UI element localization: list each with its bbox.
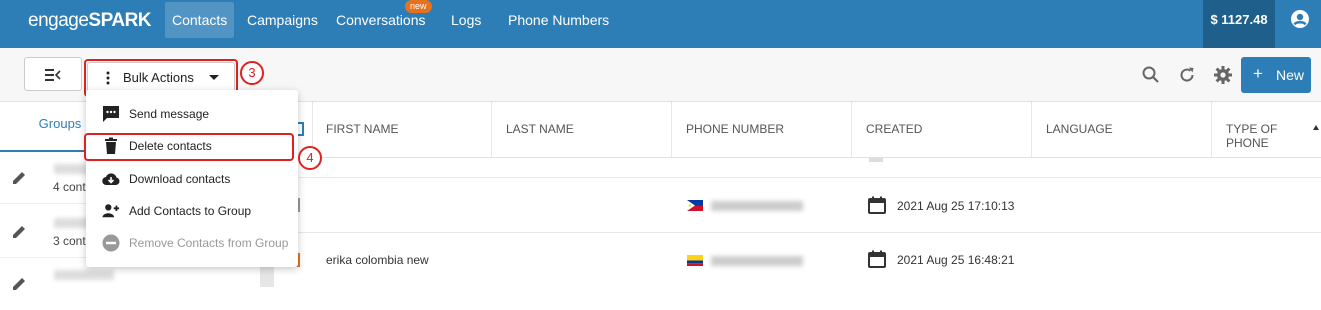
table-row[interactable]: erika colombia new 2021 Aug 25 16:48:21	[276, 233, 1321, 287]
new-button-label: New	[1276, 67, 1305, 83]
collapse-sidebar-icon	[45, 69, 61, 81]
menu-item-download-contacts[interactable]: Download contacts	[86, 163, 298, 195]
menu-item-label: Download contacts	[129, 172, 231, 186]
column-phone-number[interactable]: PHONE NUMBER	[686, 122, 784, 136]
collapse-sidebar-button[interactable]	[24, 57, 82, 91]
column-divider	[491, 102, 492, 158]
column-divider	[671, 102, 672, 158]
calendar-icon	[868, 250, 886, 268]
menu-item-send-message[interactable]: Send message	[86, 98, 298, 130]
column-language[interactable]: LANGUAGE	[1046, 122, 1113, 136]
phone-number-redacted	[711, 256, 803, 266]
cell-created: 2021 Aug 25 17:10:13	[897, 199, 1015, 213]
column-divider	[1211, 102, 1212, 158]
refresh-icon[interactable]	[1177, 65, 1197, 85]
message-icon	[103, 106, 119, 122]
edit-pencil-icon[interactable]	[11, 170, 27, 186]
annotation-step-4: 4	[298, 146, 322, 170]
user-account-icon[interactable]	[1290, 9, 1310, 29]
contacts-table: FIRST NAME LAST NAME PHONE NUMBER CREATE…	[276, 102, 1321, 287]
edit-pencil-icon[interactable]	[11, 224, 27, 240]
nav-phone-numbers[interactable]: Phone Numbers	[501, 2, 616, 38]
new-contact-button[interactable]: + New	[1241, 57, 1311, 93]
philippines-flag-icon	[687, 200, 703, 211]
bulk-actions-menu: Send message Delete contacts Download co…	[86, 90, 298, 267]
remove-circle-icon	[102, 234, 120, 252]
column-first-name[interactable]: FIRST NAME	[326, 122, 398, 136]
annotation-step-3: 3	[240, 61, 264, 85]
account-balance[interactable]: $ 1127.48	[1203, 0, 1275, 48]
plus-icon: +	[1253, 64, 1263, 83]
annotation-highlight-delete	[84, 133, 294, 161]
menu-item-label: Send message	[129, 107, 210, 121]
column-last-name[interactable]: LAST NAME	[506, 122, 574, 136]
group-row[interactable]	[0, 264, 260, 310]
cell-created: 2021 Aug 25 16:48:21	[897, 253, 1015, 267]
nav-contacts[interactable]: Contacts	[165, 2, 235, 38]
app-logo[interactable]: engageSPARK	[28, 10, 152, 32]
menu-item-add-to-group[interactable]: Add Contacts to Group	[86, 195, 298, 227]
colombia-flag-icon	[687, 255, 703, 266]
edit-pencil-icon[interactable]	[11, 276, 27, 292]
phone-number-redacted	[711, 201, 803, 211]
menu-item-label: Add Contacts to Group	[129, 204, 252, 218]
nav-logs[interactable]: Logs	[444, 2, 488, 38]
top-navbar: engageSPARK Contacts Campaigns Conversat…	[0, 0, 1321, 48]
search-icon[interactable]	[1141, 65, 1161, 85]
group-name-redacted	[54, 270, 114, 280]
gear-icon[interactable]	[1213, 65, 1233, 85]
table-header: FIRST NAME LAST NAME PHONE NUMBER CREATE…	[276, 102, 1321, 158]
menu-item-label: Remove Contacts from Group	[129, 236, 289, 250]
calendar-icon	[869, 158, 883, 162]
menu-item-remove-from-group: Remove Contacts from Group	[86, 227, 298, 259]
column-divider	[1031, 102, 1032, 158]
column-type-of-phone[interactable]: TYPE OF PHONE	[1226, 122, 1321, 150]
add-user-icon	[102, 204, 120, 218]
table-row[interactable]	[276, 158, 1321, 178]
cell-first-name: erika colombia new	[326, 253, 429, 267]
group-contact-count: 4 cont	[53, 180, 86, 194]
group-contact-count: 3 cont	[53, 234, 86, 248]
new-badge: new	[405, 0, 432, 13]
sort-arrow-icon[interactable]	[1312, 124, 1320, 132]
table-row[interactable]: 2021 Aug 25 17:10:13	[276, 178, 1321, 233]
nav-campaigns[interactable]: Campaigns	[240, 2, 325, 38]
calendar-icon	[868, 196, 886, 214]
cloud-download-icon	[102, 173, 120, 186]
column-created[interactable]: CREATED	[866, 122, 922, 136]
column-divider	[851, 102, 852, 158]
